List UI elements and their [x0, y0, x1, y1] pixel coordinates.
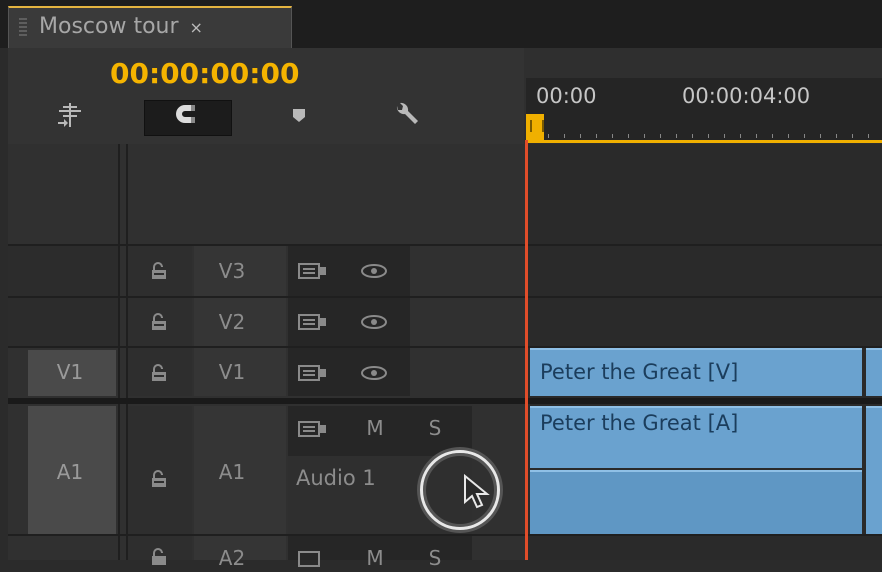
a1-mute-button[interactable]: M — [360, 416, 390, 440]
v2-sync-lock-icon[interactable] — [298, 313, 328, 335]
insert-overwrite-icon[interactable] — [48, 100, 92, 134]
v1-source-patch-label: V1 — [56, 360, 84, 384]
video-audio-divider — [8, 398, 882, 404]
v3-visibility-eye-icon[interactable] — [360, 262, 388, 284]
v2-lock-icon[interactable] — [150, 313, 168, 330]
sequence-tab-title: Moscow tour — [39, 14, 179, 39]
a1-lock-icon[interactable] — [150, 470, 168, 487]
v2-track-name[interactable]: V2 — [212, 310, 252, 334]
v1-track-name[interactable]: V1 — [212, 360, 252, 384]
add-marker-icon[interactable] — [284, 100, 314, 134]
a1-track-label[interactable]: Audio 1 — [296, 466, 376, 490]
a2-track-name[interactable]: A2 — [212, 546, 252, 570]
snap-magnet-icon — [176, 105, 195, 123]
a1-source-patch-label: A1 — [56, 460, 84, 484]
a2-mute-button[interactable]: M — [360, 546, 390, 570]
a1-solo-button[interactable]: S — [420, 416, 450, 440]
mouse-pointer-icon — [462, 473, 494, 514]
v1-visibility-eye-icon[interactable] — [360, 364, 388, 386]
tab-grip-icon[interactable] — [19, 18, 27, 38]
video-clip[interactable]: Peter the Great [V] — [530, 348, 862, 396]
source-patch-divider — [118, 144, 120, 560]
audio-clip-next[interactable] — [866, 406, 882, 534]
audio-clip-waveform[interactable] — [530, 470, 862, 534]
a2-solo-button[interactable]: S — [420, 546, 450, 570]
playhead-timecode[interactable]: 00:00:00:00 — [110, 57, 299, 90]
a1-sync-lock-icon[interactable] — [298, 420, 328, 442]
video-clip-next[interactable] — [866, 348, 882, 396]
playhead-handle[interactable] — [526, 114, 544, 140]
a1-track-name[interactable]: A1 — [212, 460, 252, 484]
audio-clip[interactable]: Peter the Great [A] — [530, 406, 862, 468]
ruler-label-start: 00:00 — [536, 84, 597, 108]
v3-source-patch-empty — [8, 246, 118, 296]
snap-button[interactable] — [144, 100, 232, 136]
sequence-tab[interactable]: Moscow tour × — [8, 6, 292, 48]
a2-sync-lock-icon[interactable] — [298, 550, 328, 572]
v3-sync-lock-icon[interactable] — [298, 262, 328, 284]
v1-sync-lock-icon[interactable] — [298, 364, 328, 386]
work-area-bar[interactable] — [526, 140, 882, 143]
v1-lock-icon[interactable] — [150, 364, 168, 381]
v3-lock-icon[interactable] — [150, 262, 168, 279]
tab-close-icon[interactable]: × — [190, 18, 203, 37]
a2-lock-icon[interactable] — [150, 548, 168, 570]
playhead-line[interactable] — [525, 140, 528, 560]
ruler-label-4s: 00:00:04:00 — [682, 84, 811, 108]
v2-visibility-eye-icon[interactable] — [360, 313, 388, 335]
v2-source-patch-empty — [8, 298, 118, 346]
ruler-ticks — [532, 124, 882, 140]
v3-track-name[interactable]: V3 — [212, 259, 252, 283]
timeline-settings-wrench-icon[interactable] — [388, 100, 424, 134]
